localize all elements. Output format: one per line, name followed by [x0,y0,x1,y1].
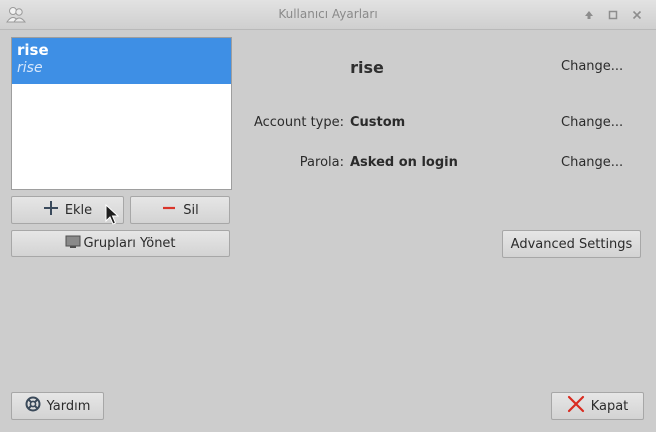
add-user-label: Ekle [64,202,93,218]
close-label: Kapat [590,398,629,414]
maximize-icon[interactable] [606,8,620,22]
minus-icon [161,200,177,220]
selected-user-name: rise [350,58,384,77]
help-label: Yardım [46,398,91,414]
help-button[interactable]: Yardım [11,392,104,420]
user-list[interactable]: rise rise [11,37,232,190]
change-password-link[interactable]: Change... [561,155,623,170]
close-button[interactable]: Kapat [551,392,644,420]
lifebuoy-icon [25,396,41,416]
password-label: Parola: [299,155,344,170]
manage-groups-button[interactable]: Grupları Yönet [11,230,230,257]
password-value: Asked on login [350,155,458,170]
title-bar[interactable]: Kullanıcı Ayarları [0,0,656,30]
close-window-icon[interactable] [630,8,644,22]
plus-icon [43,200,59,220]
manage-groups-label: Grupları Yönet [83,236,176,251]
mouse-pointer-icon [105,203,120,230]
user-name: rise [17,41,49,59]
change-name-link[interactable]: Change... [561,59,623,74]
delete-user-button[interactable]: Sil [130,196,230,224]
delete-user-label: Sil [183,202,199,218]
close-x-icon [567,395,585,417]
account-type-value: Custom [350,115,406,130]
account-type-label: Account type: [253,115,344,130]
minimize-up-icon[interactable] [582,8,596,22]
advanced-settings-button[interactable]: Advanced Settings [502,230,641,258]
user-login: rise [17,60,43,76]
monitor-icon [65,235,81,253]
change-account-type-link[interactable]: Change... [561,115,623,130]
content-area: rise rise Ekle Sil Grupları Yönet rise C… [0,30,656,432]
window-title: Kullanıcı Ayarları [278,7,378,21]
list-item[interactable]: rise rise [12,38,231,84]
